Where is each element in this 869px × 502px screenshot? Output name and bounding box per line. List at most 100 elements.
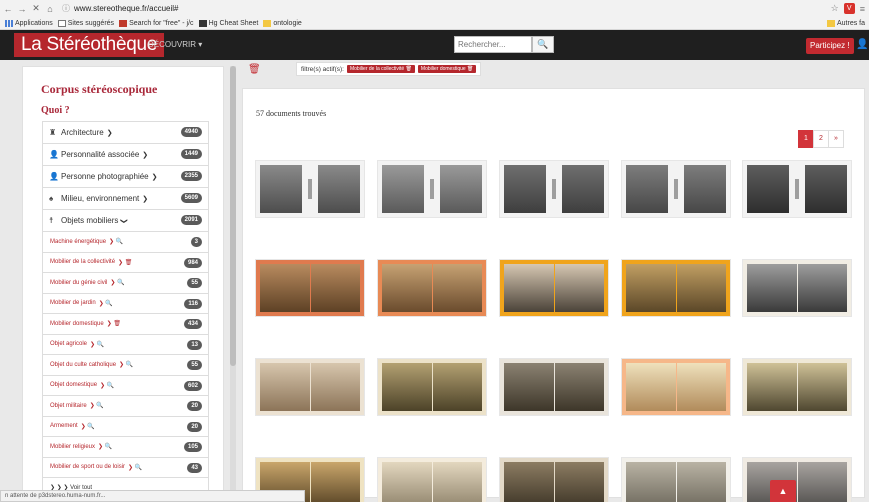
bookmark-suggested-sites[interactable]: Sites suggérés (57, 19, 114, 27)
user-icon[interactable]: 👤 (856, 39, 868, 50)
chevron-right-icon[interactable]: ❯ (142, 195, 148, 203)
stereo-thumbnail[interactable] (499, 160, 609, 218)
trash-icon[interactable]: ❯ 🗑 (118, 259, 132, 266)
status-bar: n attente de p3dstereo.huma-num.fr... (0, 490, 305, 502)
stereo-thumbnail[interactable] (621, 259, 731, 317)
filter-chip[interactable]: Mobilier de la collectivité 🗑 (346, 65, 415, 73)
subcategory-item[interactable]: Objet du culte catholique ❯ 🔍 55 (42, 354, 209, 375)
search-icon[interactable]: ❯ 🔍 (100, 382, 114, 389)
search-icon[interactable]: ❯ 🔍 (128, 464, 142, 471)
stereo-thumbnail[interactable] (377, 358, 487, 416)
stereo-thumbnail[interactable] (499, 358, 609, 416)
back-icon[interactable]: ← (2, 4, 14, 14)
stereo-thumbnail[interactable] (742, 259, 852, 317)
search-icon[interactable]: ❯ 🔍 (110, 279, 124, 286)
chevron-right-icon[interactable]: ❯ (120, 218, 128, 224)
subcategory-item[interactable]: Armement ❯ 🔍 20 (42, 415, 209, 436)
category-icon: 👤 (49, 172, 59, 181)
subcategory-item[interactable]: Mobilier de sport ou de loisir ❯ 🔍 43 (42, 456, 209, 477)
bookmark-hg-cheat-sheet[interactable]: Hg Cheat Sheet (198, 19, 258, 27)
participate-button[interactable]: Participez ! (806, 38, 854, 54)
discover-menu[interactable]: DÉCOUVRIR ▾ (148, 40, 202, 49)
stereo-thumbnail[interactable] (621, 160, 731, 218)
menu-icon[interactable]: ≡ (860, 4, 865, 14)
subcategory-item[interactable]: Mobilier religieux ❯ 🔍 105 (42, 436, 209, 457)
folder-icon (263, 19, 272, 27)
stereo-image-left (504, 264, 554, 312)
trash-icon[interactable]: ❯ 🗑 (107, 320, 121, 327)
stereo-image-right (318, 165, 360, 213)
stereo-thumbnail[interactable] (621, 358, 731, 416)
search-icon[interactable]: ❯ 🔍 (90, 341, 104, 348)
subcategory-item[interactable]: Mobilier de la collectivité ❯ 🗑 984 (42, 251, 209, 272)
stereo-thumbnail[interactable] (742, 457, 852, 502)
category-item[interactable]: ♜ Architecture ❯ 4940 (42, 121, 209, 143)
chevron-right-icon[interactable]: ❯ (142, 151, 148, 159)
category-item[interactable]: 👤 Personnalité associée ❯ 1449 (42, 143, 209, 165)
count-badge: 20 (187, 421, 202, 432)
stereo-image-left (382, 165, 424, 213)
filter-chip[interactable]: Mobilier domestique 🗑 (417, 65, 477, 73)
bookmark-other[interactable]: Autres fa (826, 19, 865, 27)
category-item[interactable]: ♠ Milieu, environnement ❯ 5609 (42, 187, 209, 209)
stereo-thumbnail[interactable] (377, 160, 487, 218)
stereo-thumbnail[interactable] (499, 457, 609, 502)
close-icon[interactable]: ✕ (30, 3, 42, 14)
stereo-image-left (382, 363, 432, 411)
stereo-image-left (747, 264, 797, 312)
subcategory-item[interactable]: Objet militaire ❯ 🔍 20 (42, 395, 209, 416)
forward-icon[interactable]: → (16, 4, 28, 14)
subcategory-item[interactable]: Mobilier de jardin ❯ 🔍 116 (42, 292, 209, 313)
category-item[interactable]: ☨ Objets mobiliers ❯ 2091 (42, 209, 209, 231)
subcategory-item[interactable]: Objet agricole ❯ 🔍 13 (42, 333, 209, 354)
home-icon[interactable]: ⌂ (44, 4, 56, 14)
sidebar-scroll-thumb[interactable] (230, 66, 236, 366)
stereo-thumbnail[interactable] (255, 259, 365, 317)
search-icon[interactable]: ❯ 🔍 (81, 423, 95, 430)
search-button[interactable]: 🔍 (532, 36, 554, 53)
search-icon[interactable]: ❯ 🔍 (98, 443, 112, 450)
stereo-thumbnail[interactable] (742, 358, 852, 416)
page-button[interactable]: 2 (813, 130, 829, 148)
stereo-thumbnail[interactable] (255, 358, 365, 416)
subcategory-item[interactable]: Mobilier domestique ❯ 🗑 434 (42, 313, 209, 334)
stereo-image-right (676, 363, 726, 411)
stereo-image-right (797, 264, 847, 312)
stereo-thumbnail[interactable] (621, 457, 731, 502)
trash-icon[interactable]: 🗑 (248, 64, 261, 75)
subcategory-item[interactable]: Machine énergétique ❯ 🔍 3 (42, 231, 209, 252)
category-item[interactable]: 👤 Personne photographiée ❯ 2355 (42, 165, 209, 187)
stereo-image-right (432, 462, 482, 502)
back-to-top-button[interactable]: ▲ (770, 480, 796, 502)
stereo-image-left (626, 264, 676, 312)
subcategory-item[interactable]: Mobilier du génie civil ❯ 🔍 55 (42, 272, 209, 293)
search-input[interactable] (454, 36, 532, 53)
stereo-image-left (260, 264, 310, 312)
stereo-thumbnail[interactable] (377, 457, 487, 502)
extension-icon[interactable]: V (843, 3, 855, 14)
address-field[interactable]: ⓘ www.stereotheque.fr/accueil# (62, 3, 179, 14)
star-icon[interactable]: ☆ (831, 3, 839, 14)
chevron-right-icon[interactable]: ❯ (152, 173, 158, 181)
search-icon[interactable]: ❯ 🔍 (90, 402, 104, 409)
stereo-thumbnail[interactable] (377, 259, 487, 317)
stereo-thumbnail[interactable] (499, 259, 609, 317)
stereo-image-right (562, 165, 604, 213)
stereo-thumbnail[interactable] (255, 160, 365, 218)
bookmark-ontologie[interactable]: ontologie (263, 19, 302, 27)
bookmark-search-free[interactable]: Search for "free" - j/c (119, 19, 194, 27)
page-button[interactable]: » (828, 130, 844, 148)
subcategory-item[interactable]: Objet domestique ❯ 🔍 602 (42, 374, 209, 395)
count-badge: 105 (183, 442, 202, 452)
search-icon[interactable]: ❯ 🔍 (109, 238, 123, 245)
count-badge: 434 (183, 319, 202, 329)
stereo-image-left (626, 165, 668, 213)
info-icon: ⓘ (62, 4, 70, 13)
stereo-thumbnail[interactable] (742, 160, 852, 218)
search-icon[interactable]: ❯ 🔍 (119, 361, 133, 368)
page-button[interactable]: 1 (798, 130, 814, 148)
bookmark-applications[interactable]: Applications (5, 19, 53, 27)
site-logo[interactable]: La Stéréothèque (14, 33, 165, 57)
search-icon[interactable]: ❯ 🔍 (99, 300, 113, 307)
chevron-right-icon[interactable]: ❯ (107, 129, 113, 137)
